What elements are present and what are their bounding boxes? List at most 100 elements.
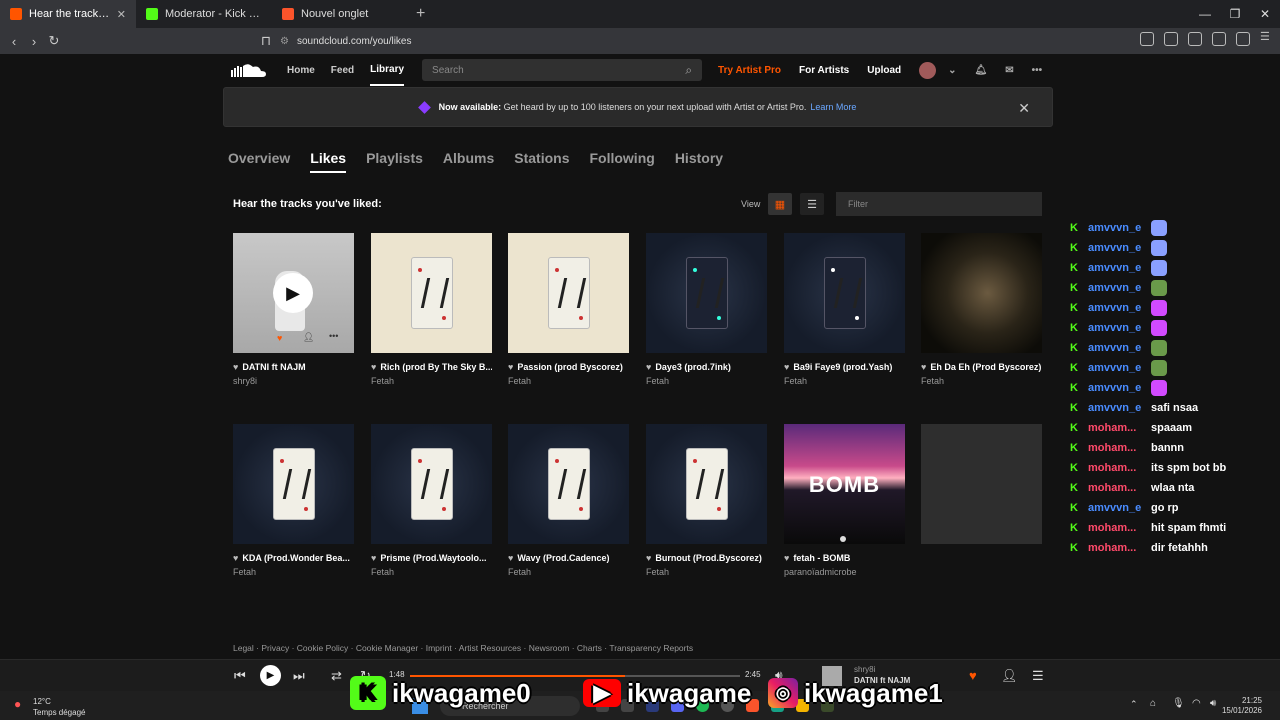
track-artist[interactable]: Fetah xyxy=(371,376,492,386)
track-card[interactable]: ♥ Ba9i Faye9 (prod.Yash) Fetah xyxy=(784,233,905,386)
mic-icon[interactable]: 🎙︎ xyxy=(1172,698,1185,709)
wallet-icon[interactable] xyxy=(1212,32,1226,46)
track-title[interactable]: Burnout (Prod.Byscorez) xyxy=(655,553,762,563)
track-artwork[interactable] xyxy=(508,233,629,353)
play-icon[interactable]: ▶ xyxy=(260,665,281,686)
like-icon[interactable]: ♥ xyxy=(277,333,282,343)
weather-widget[interactable]: 12°C Temps dégagé xyxy=(33,696,85,718)
track-title[interactable]: Rich (prod By The Sky B... xyxy=(380,362,492,372)
more-icon[interactable]: ••• xyxy=(1032,65,1043,76)
tab-albums[interactable]: Albums xyxy=(443,150,494,173)
track-card[interactable]: BOMB ♥ fetah - BOMB paranoïadmicrobe xyxy=(784,424,905,577)
sidebar-icon[interactable] xyxy=(1188,32,1202,46)
nav-feed[interactable]: Feed xyxy=(331,54,354,86)
track-artist[interactable]: Fetah xyxy=(508,376,629,386)
track-card[interactable]: ♥ KDA (Prod.Wonder Bea... Fetah xyxy=(233,424,354,577)
track-artwork[interactable] xyxy=(921,233,1042,353)
chat-username[interactable]: amvvvn_e xyxy=(1088,262,1143,274)
nav-library[interactable]: Library xyxy=(370,54,405,86)
chat-username[interactable]: amvvvn_e xyxy=(1088,322,1143,334)
repost-icon[interactable]: 👤︎ xyxy=(303,332,314,343)
track-title[interactable]: Wavy (Prod.Cadence) xyxy=(517,553,609,563)
minimize-icon[interactable]: — xyxy=(1190,7,1220,21)
chat-username[interactable]: amvvvn_e xyxy=(1088,302,1143,314)
tab-kick[interactable]: Moderator - Kick Dashboard xyxy=(136,0,272,28)
maximize-icon[interactable]: ❐ xyxy=(1220,7,1250,21)
menu-icon[interactable]: ☰ xyxy=(1260,32,1274,46)
track-artwork[interactable] xyxy=(233,424,354,544)
chat-username[interactable]: moham... xyxy=(1088,542,1143,554)
track-artist[interactable]: Fetah xyxy=(508,567,629,577)
back-icon[interactable]: ‹ xyxy=(4,34,24,49)
track-artist[interactable]: shry8i xyxy=(233,376,354,386)
site-info-icon[interactable]: ⚙ xyxy=(280,36,289,47)
notification-bell-icon[interactable]: 🔔︎ xyxy=(975,65,988,76)
like-icon[interactable]: ♥ xyxy=(969,668,977,683)
chat-username[interactable]: amvvvn_e xyxy=(1088,222,1143,234)
track-title[interactable]: Eh Da Eh (Prod Byscorez) xyxy=(930,362,1041,372)
extension-icon[interactable] xyxy=(1140,32,1154,46)
track-artwork[interactable] xyxy=(371,233,492,353)
track-artwork[interactable]: ▶ ♥ 👤︎ ••• xyxy=(233,233,354,353)
track-artist[interactable]: Fetah xyxy=(371,567,492,577)
new-tab-icon[interactable]: + xyxy=(416,5,425,23)
previous-icon[interactable]: ⏮ xyxy=(234,668,246,684)
track-title[interactable]: Ba9i Faye9 (prod.Yash) xyxy=(793,362,892,372)
shuffle-icon[interactable]: ⇄ xyxy=(331,668,342,684)
for-artists-link[interactable]: For Artists xyxy=(799,65,849,76)
grid-view-icon[interactable]: ▦ xyxy=(768,193,792,215)
chat-username[interactable]: amvvvn_e xyxy=(1088,342,1143,354)
search-icon[interactable]: ⌕ xyxy=(685,63,692,78)
track-artist[interactable]: Fetah xyxy=(921,376,1042,386)
chat-username[interactable]: amvvvn_e xyxy=(1088,382,1143,394)
footer-links[interactable]: Legal · Privacy · Cookie Policy · Cookie… xyxy=(233,643,693,653)
wifi-icon[interactable]: ◠ xyxy=(1192,698,1201,709)
filter-input[interactable]: Filter xyxy=(836,192,1042,216)
track-artist[interactable]: paranoïadmicrobe xyxy=(784,567,905,577)
chat-username[interactable]: moham... xyxy=(1088,522,1143,534)
url-field[interactable]: ⚙ soundcloud.com/you/likes xyxy=(280,32,1000,50)
close-icon[interactable]: ✕ xyxy=(1018,100,1030,117)
soundcloud-logo-icon[interactable] xyxy=(231,63,267,77)
vpn-icon[interactable] xyxy=(1236,32,1250,46)
tray-chevron-icon[interactable]: ⌃ xyxy=(1130,699,1138,710)
search-input[interactable]: Search ⌕ xyxy=(422,59,703,81)
bookmark-icon[interactable]: ⊓ xyxy=(256,33,276,49)
track-card[interactable]: ♥ Prisme (Prod.Waytoolo... Fetah xyxy=(371,424,492,577)
follow-icon[interactable]: 👤︎ xyxy=(1001,668,1018,684)
track-title[interactable]: Prisme (Prod.Waytoolo... xyxy=(380,553,486,563)
track-artwork[interactable] xyxy=(646,233,767,353)
upload-link[interactable]: Upload xyxy=(867,65,901,76)
track-artist[interactable]: Fetah xyxy=(233,567,354,577)
list-view-icon[interactable]: ☰ xyxy=(800,193,824,215)
speaker-icon[interactable]: 🔊︎ xyxy=(1210,698,1216,709)
chat-username[interactable]: amvvvn_e xyxy=(1088,282,1143,294)
tab-soundcloud[interactable]: Hear the tracks you've li ✕ xyxy=(0,0,136,28)
more-icon[interactable]: ••• xyxy=(329,331,338,341)
tab-following[interactable]: Following xyxy=(589,150,654,173)
track-title[interactable]: KDA (Prod.Wonder Bea... xyxy=(242,553,350,563)
track-artist[interactable]: Fetah xyxy=(646,376,767,386)
track-card[interactable]: ♥ Wavy (Prod.Cadence) Fetah xyxy=(508,424,629,577)
close-tab-icon[interactable]: ✕ xyxy=(117,8,126,21)
play-icon[interactable]: ▶ xyxy=(273,273,313,313)
track-card[interactable]: ▶ ♥ 👤︎ ••• ♥ DATNI ft NAJM shry8i xyxy=(233,233,354,386)
track-title[interactable]: Passion (prod Byscorez) xyxy=(517,362,623,372)
queue-icon[interactable]: ☰ xyxy=(1032,668,1044,684)
next-icon[interactable]: ⏭ xyxy=(293,668,305,684)
track-card[interactable]: ♥ Eh Da Eh (Prod Byscorez) Fetah xyxy=(921,233,1042,386)
network-icon[interactable]: ⌂ xyxy=(1150,698,1156,709)
chat-username[interactable]: moham... xyxy=(1088,422,1143,434)
clock[interactable]: 21:25 15/01/2026 xyxy=(1222,696,1262,716)
track-artwork[interactable] xyxy=(784,233,905,353)
tab-playlists[interactable]: Playlists xyxy=(366,150,423,173)
track-artwork[interactable]: BOMB xyxy=(784,424,905,544)
track-artist[interactable]: Fetah xyxy=(646,567,767,577)
track-card[interactable]: ♥ Burnout (Prod.Byscorez) Fetah xyxy=(646,424,767,577)
track-title[interactable]: fetah - BOMB xyxy=(793,553,850,563)
avatar[interactable] xyxy=(919,61,937,79)
track-title[interactable]: DATNI ft NAJM xyxy=(242,362,305,372)
track-card[interactable]: ♥ Daye3 (prod.7ink) Fetah xyxy=(646,233,767,386)
chat-username[interactable]: amvvvn_e xyxy=(1088,242,1143,254)
reload-icon[interactable]: ↻ xyxy=(44,33,64,49)
